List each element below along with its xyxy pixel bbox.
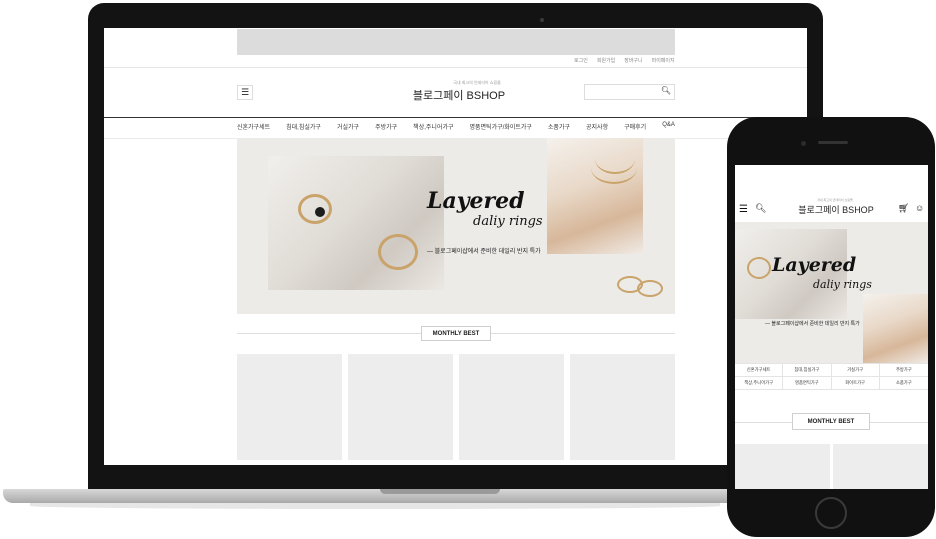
search-icon[interactable]: 🔍︎ bbox=[661, 86, 671, 95]
user-icon[interactable]: ☺︎ bbox=[915, 203, 924, 213]
ring-image bbox=[378, 234, 418, 270]
nav-item[interactable]: 신혼가구세트 bbox=[237, 122, 270, 131]
section-title: MONTHLY BEST bbox=[421, 326, 491, 341]
menu-icon[interactable]: ☰ bbox=[739, 204, 748, 215]
product-card[interactable] bbox=[570, 354, 675, 460]
category-item[interactable]: 주방가구 bbox=[879, 364, 928, 377]
hero-title: Layered bbox=[772, 254, 857, 276]
category-item[interactable]: 책상,주니어가구 bbox=[735, 377, 784, 390]
nav-item[interactable]: 책상,주니어가구 bbox=[413, 122, 453, 131]
menu-icon: ☰ bbox=[240, 87, 250, 97]
nav-item[interactable]: 주방가구 bbox=[375, 122, 397, 131]
category-grid: 신혼가구세트 침대,침실가구 거실가구 주방가구 책상,주니어가구 명품면틱가구… bbox=[735, 363, 928, 390]
product-grid bbox=[237, 354, 675, 460]
hero-subtitle: — 블로그페이샵에서 준비한 데일리 반지 특가 bbox=[765, 321, 860, 327]
main-nav: 신혼가구세트 침대,침실가구 거실가구 주방가구 책상,주니어가구 명품면틱가구… bbox=[237, 122, 675, 131]
product-card[interactable] bbox=[459, 354, 564, 460]
top-banner[interactable] bbox=[237, 29, 675, 55]
site-tagline: 국내 최고의 인테리어 쇼핑몰 bbox=[817, 198, 853, 202]
hero-photo-model bbox=[863, 294, 928, 363]
category-item[interactable]: 신혼가구세트 bbox=[735, 364, 784, 377]
mobile-site: ☰ 🔍︎ 국내 최고의 인테리어 쇼핑몰 블로그페이 BSHOP 🛒︎ ☺︎ L… bbox=[735, 165, 928, 489]
laptop-shadow bbox=[30, 503, 720, 509]
laptop-camera bbox=[540, 18, 544, 22]
product-card[interactable] bbox=[348, 354, 453, 460]
site-tagline: 국내 최고의 인테리어 쇼핑몰 bbox=[453, 80, 501, 85]
top-links: 로그인 회원가입 장바구니 마이페이지 bbox=[574, 57, 675, 64]
product-card[interactable] bbox=[833, 444, 928, 489]
cart-icon[interactable]: 🛒︎ bbox=[898, 203, 909, 214]
hero-title: Layered bbox=[427, 188, 525, 214]
desktop-site: 로그인 회원가입 장바구니 마이페이지 ☰ 국내 최고의 인테리어 쇼핑몰 블로… bbox=[104, 28, 807, 465]
join-link[interactable]: 회원가입 bbox=[597, 57, 615, 64]
hero-photo-rings bbox=[268, 156, 444, 290]
site-logo[interactable]: 블로그페이 BSHOP bbox=[791, 203, 881, 216]
product-card[interactable] bbox=[237, 354, 342, 460]
category-item[interactable]: 화이트가구 bbox=[831, 377, 880, 390]
phone-frame: ☰ 🔍︎ 국내 최고의 인테리어 쇼핑몰 블로그페이 BSHOP 🛒︎ ☺︎ L… bbox=[727, 117, 935, 537]
site-logo[interactable]: 블로그페이 BSHOP bbox=[404, 87, 514, 103]
category-item[interactable]: 거실가구 bbox=[831, 364, 880, 377]
nav-item[interactable]: 침대,침실가구 bbox=[286, 122, 321, 131]
product-grid bbox=[735, 444, 928, 489]
home-button[interactable] bbox=[815, 497, 847, 529]
product-card[interactable] bbox=[735, 444, 830, 489]
phone-camera bbox=[801, 141, 806, 146]
phone-speaker bbox=[818, 141, 848, 144]
divider bbox=[104, 67, 807, 68]
menu-button[interactable]: ☰ bbox=[237, 85, 253, 100]
hero-banner[interactable]: Layered daliy rings — 블로그페이샵에서 준비한 데일리 반… bbox=[735, 222, 928, 363]
search-icon[interactable]: 🔍︎ bbox=[755, 203, 766, 214]
necklace-image bbox=[591, 152, 637, 184]
ring-image bbox=[637, 280, 663, 297]
category-item[interactable]: 침대,침실가구 bbox=[783, 364, 832, 377]
hero-photo-model bbox=[547, 138, 643, 254]
mypage-link[interactable]: 마이페이지 bbox=[652, 57, 675, 64]
nav-item[interactable]: 구매후기 bbox=[624, 122, 646, 131]
nav-item[interactable]: 명품면틱가구/화이트가구 bbox=[470, 122, 532, 131]
hero-title-sub: daliy rings bbox=[473, 214, 543, 229]
hero-subtitle: — 블로그페이샵에서 준비한 데일리 반지 특가 bbox=[427, 249, 541, 255]
section-title: MONTHLY BEST bbox=[792, 413, 870, 430]
ring-image bbox=[747, 257, 771, 279]
nav-item[interactable]: 거실가구 bbox=[337, 122, 359, 131]
category-item[interactable]: 소품가구 bbox=[879, 377, 928, 390]
login-link[interactable]: 로그인 bbox=[574, 57, 588, 64]
category-item[interactable]: 명품면틱가구 bbox=[783, 377, 832, 390]
nav-item[interactable]: 소품가구 bbox=[548, 122, 570, 131]
laptop-base bbox=[3, 489, 741, 503]
nav-item[interactable]: 공지사항 bbox=[586, 122, 608, 131]
divider bbox=[104, 117, 807, 118]
hero-title-sub: daliy rings bbox=[813, 278, 872, 291]
search-input[interactable]: 🔍︎ bbox=[584, 84, 675, 100]
laptop-notch bbox=[380, 489, 500, 494]
hero-banner[interactable]: Layered daliy rings — 블로그페이샵에서 준비한 데일리 반… bbox=[237, 138, 675, 314]
nav-item[interactable]: Q&A bbox=[662, 122, 675, 131]
cart-link[interactable]: 장바구니 bbox=[624, 57, 642, 64]
ring-image bbox=[298, 194, 332, 224]
